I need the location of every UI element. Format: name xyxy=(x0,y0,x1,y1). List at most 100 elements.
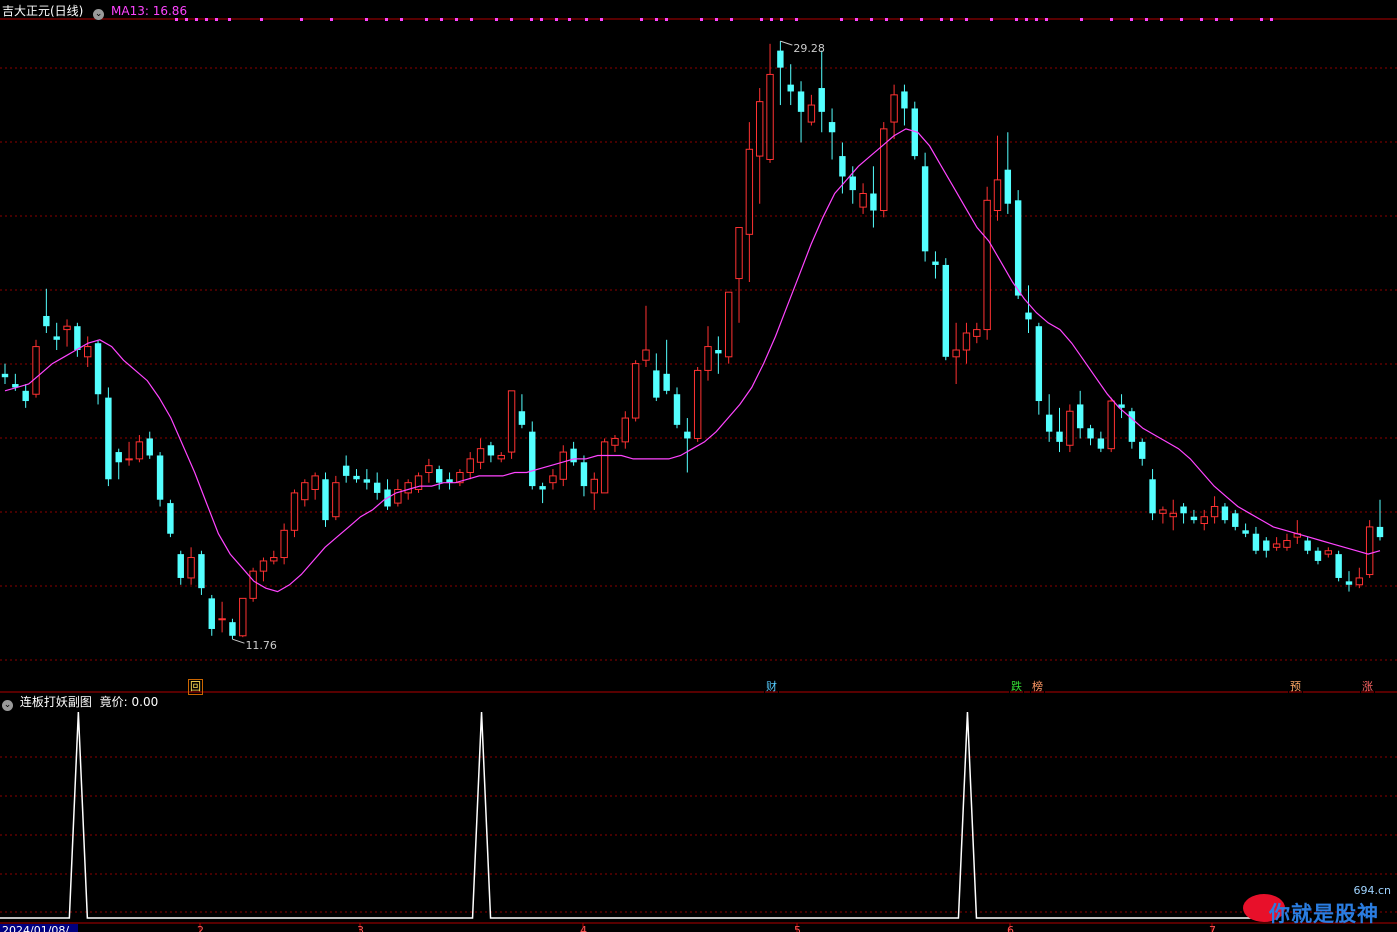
candle-body-up xyxy=(1272,543,1281,548)
candle-body-up xyxy=(332,482,340,518)
candle-body-up xyxy=(962,332,971,351)
signal-dot xyxy=(215,18,218,21)
candle-body-down xyxy=(1242,530,1249,534)
signal-dot xyxy=(940,18,943,21)
signal-dot xyxy=(770,18,773,21)
candle-body-down xyxy=(1376,526,1384,538)
signal-dot xyxy=(900,18,903,21)
candle-body-down xyxy=(1087,428,1094,439)
candle-body-down xyxy=(1139,441,1146,459)
candle-body-down xyxy=(342,465,350,476)
candle-body-up xyxy=(807,104,816,123)
sub-settings-dropdown-icon[interactable]: ⌄ xyxy=(2,700,13,711)
candle-body-up xyxy=(549,475,557,484)
candle-body-up xyxy=(218,618,226,621)
candle-body-up xyxy=(559,451,567,480)
signal-dot xyxy=(990,18,993,21)
candle-body-down xyxy=(436,469,443,483)
candle-body-up xyxy=(125,458,133,461)
signal-dot xyxy=(600,18,603,21)
signal-dot xyxy=(715,18,718,21)
candle-body-down xyxy=(1076,404,1084,429)
signal-dot xyxy=(840,18,843,21)
candle-body-up xyxy=(135,441,144,460)
event-marker[interactable]: 预 xyxy=(1288,679,1303,695)
candle-body-down xyxy=(74,326,81,351)
candle-body-down xyxy=(105,397,112,480)
candle-body-up xyxy=(1200,516,1208,525)
signal-dot xyxy=(950,18,953,21)
candle-body-up xyxy=(880,128,888,212)
high-price-label: 29.28 xyxy=(793,42,825,55)
candle-body-down xyxy=(1314,550,1322,561)
event-marker[interactable]: 涨 xyxy=(1360,679,1375,695)
candle-body-down xyxy=(901,91,908,109)
candle-body-down xyxy=(518,411,526,425)
candle-body-up xyxy=(187,557,195,579)
candle-body-up xyxy=(290,492,299,531)
candle-body-down xyxy=(1,373,9,378)
candle-body-down xyxy=(797,91,805,112)
candle-body-up xyxy=(466,458,474,473)
month-tick-label: 2 xyxy=(197,924,204,932)
candle-body-down xyxy=(653,370,660,398)
candle-body-up xyxy=(755,101,764,157)
candle-body-down xyxy=(839,156,846,177)
signal-dot xyxy=(568,18,571,21)
candle-body-up xyxy=(611,437,619,446)
event-marker[interactable]: 回 xyxy=(188,679,203,695)
high-pointer xyxy=(780,40,793,46)
candle-body-down xyxy=(363,479,371,483)
signal-dot xyxy=(440,18,443,21)
candle-body-up xyxy=(766,73,774,160)
candle-body-up xyxy=(1169,512,1177,518)
signal-dot xyxy=(195,18,198,21)
candle-body-up xyxy=(693,369,702,439)
candle-body-up xyxy=(301,482,309,501)
signal-dot xyxy=(1035,18,1038,21)
candle-body-up xyxy=(590,478,598,494)
event-marker[interactable]: 榜 xyxy=(1030,679,1045,695)
candle-body-down xyxy=(229,622,236,636)
main-kline-panel[interactable]: 29.28 11.76 2024/01/08/2 3 4 5 6 7 xyxy=(0,0,1397,932)
candle-body-up xyxy=(311,475,319,490)
signal-dot xyxy=(665,18,668,21)
candle-body-up xyxy=(239,597,247,637)
candle-body-up xyxy=(993,179,1002,212)
candle-body-down xyxy=(529,431,536,487)
candle-body-up xyxy=(476,448,485,463)
candle-body-down xyxy=(1128,411,1136,442)
candle-body-up xyxy=(280,529,288,559)
signal-dot xyxy=(1145,18,1148,21)
candle-body-down xyxy=(156,455,164,500)
settings-dropdown-icon[interactable]: ⌄ xyxy=(93,9,105,20)
signal-dot xyxy=(495,18,498,21)
candle-body-up xyxy=(724,291,733,358)
main-panel-header: 吉大正元(日线) ⌄ MA13: 16.86 xyxy=(2,3,187,20)
signal-dot xyxy=(780,18,783,21)
candle-body-up xyxy=(745,148,754,235)
candle-body-down xyxy=(353,475,360,480)
sub-indicator-title: 连板打妖副图 xyxy=(19,695,92,709)
event-marker[interactable]: 跌 xyxy=(1009,679,1024,695)
month-tick-label: 7 xyxy=(1209,924,1216,932)
candle-body-down xyxy=(373,482,381,493)
candle-body-up xyxy=(1283,540,1291,548)
signal-dot xyxy=(640,18,643,21)
candle-body-down xyxy=(580,462,588,487)
candle-body-down xyxy=(1335,554,1342,578)
event-marker[interactable]: 财 xyxy=(764,679,779,695)
signal-dot xyxy=(1160,18,1163,21)
candle-body-down xyxy=(818,88,825,112)
candle-body-up xyxy=(425,465,433,473)
signal-dot xyxy=(1130,18,1133,21)
candle-body-up xyxy=(973,329,981,337)
sub-indicator-value: 竟价: 0.00 xyxy=(99,695,159,709)
candle-body-down xyxy=(1097,438,1105,449)
signal-dot xyxy=(965,18,968,21)
month-tick-label: 4 xyxy=(580,924,587,932)
signal-dot xyxy=(760,18,763,21)
candle-body-down xyxy=(921,166,929,252)
candle-body-up xyxy=(1365,526,1374,576)
candle-body-up xyxy=(983,199,991,331)
